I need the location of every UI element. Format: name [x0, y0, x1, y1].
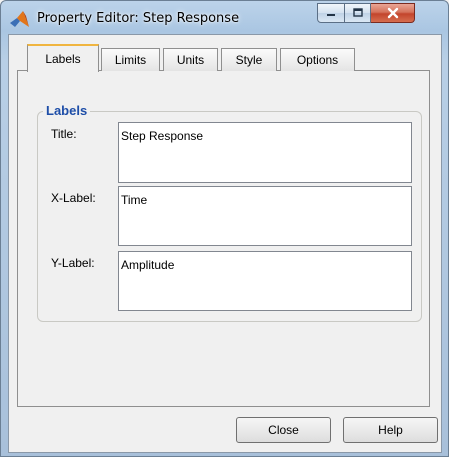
- close-icon: [387, 7, 398, 19]
- title-field[interactable]: Step Response: [118, 122, 412, 183]
- minimize-button[interactable]: [317, 3, 345, 23]
- window-title: Property Editor: Step Response: [37, 11, 240, 26]
- tab-limits[interactable]: Limits: [101, 48, 160, 71]
- x-label-field-label: X-Label:: [51, 191, 96, 205]
- x-label-field[interactable]: Time: [118, 186, 412, 246]
- title-bar[interactable]: Property Editor: Step Response: [1, 1, 448, 35]
- y-label-field[interactable]: Amplitude: [118, 251, 412, 311]
- tab-style[interactable]: Style: [221, 48, 277, 71]
- labels-group-title: Labels: [43, 103, 91, 118]
- tab-units[interactable]: Units: [163, 48, 218, 71]
- maximize-button[interactable]: [345, 3, 371, 23]
- tab-options[interactable]: Options: [280, 48, 355, 71]
- maximize-icon: [352, 8, 363, 17]
- matlab-logo-icon: [10, 11, 29, 27]
- help-button[interactable]: Help: [343, 417, 438, 443]
- close-window-button[interactable]: [371, 3, 415, 23]
- title-field-label: Title:: [51, 127, 77, 141]
- y-label-field-label: Y-Label:: [51, 256, 95, 270]
- close-button[interactable]: Close: [236, 417, 331, 443]
- minimize-icon: [327, 14, 335, 16]
- tab-labels[interactable]: Labels: [27, 44, 99, 72]
